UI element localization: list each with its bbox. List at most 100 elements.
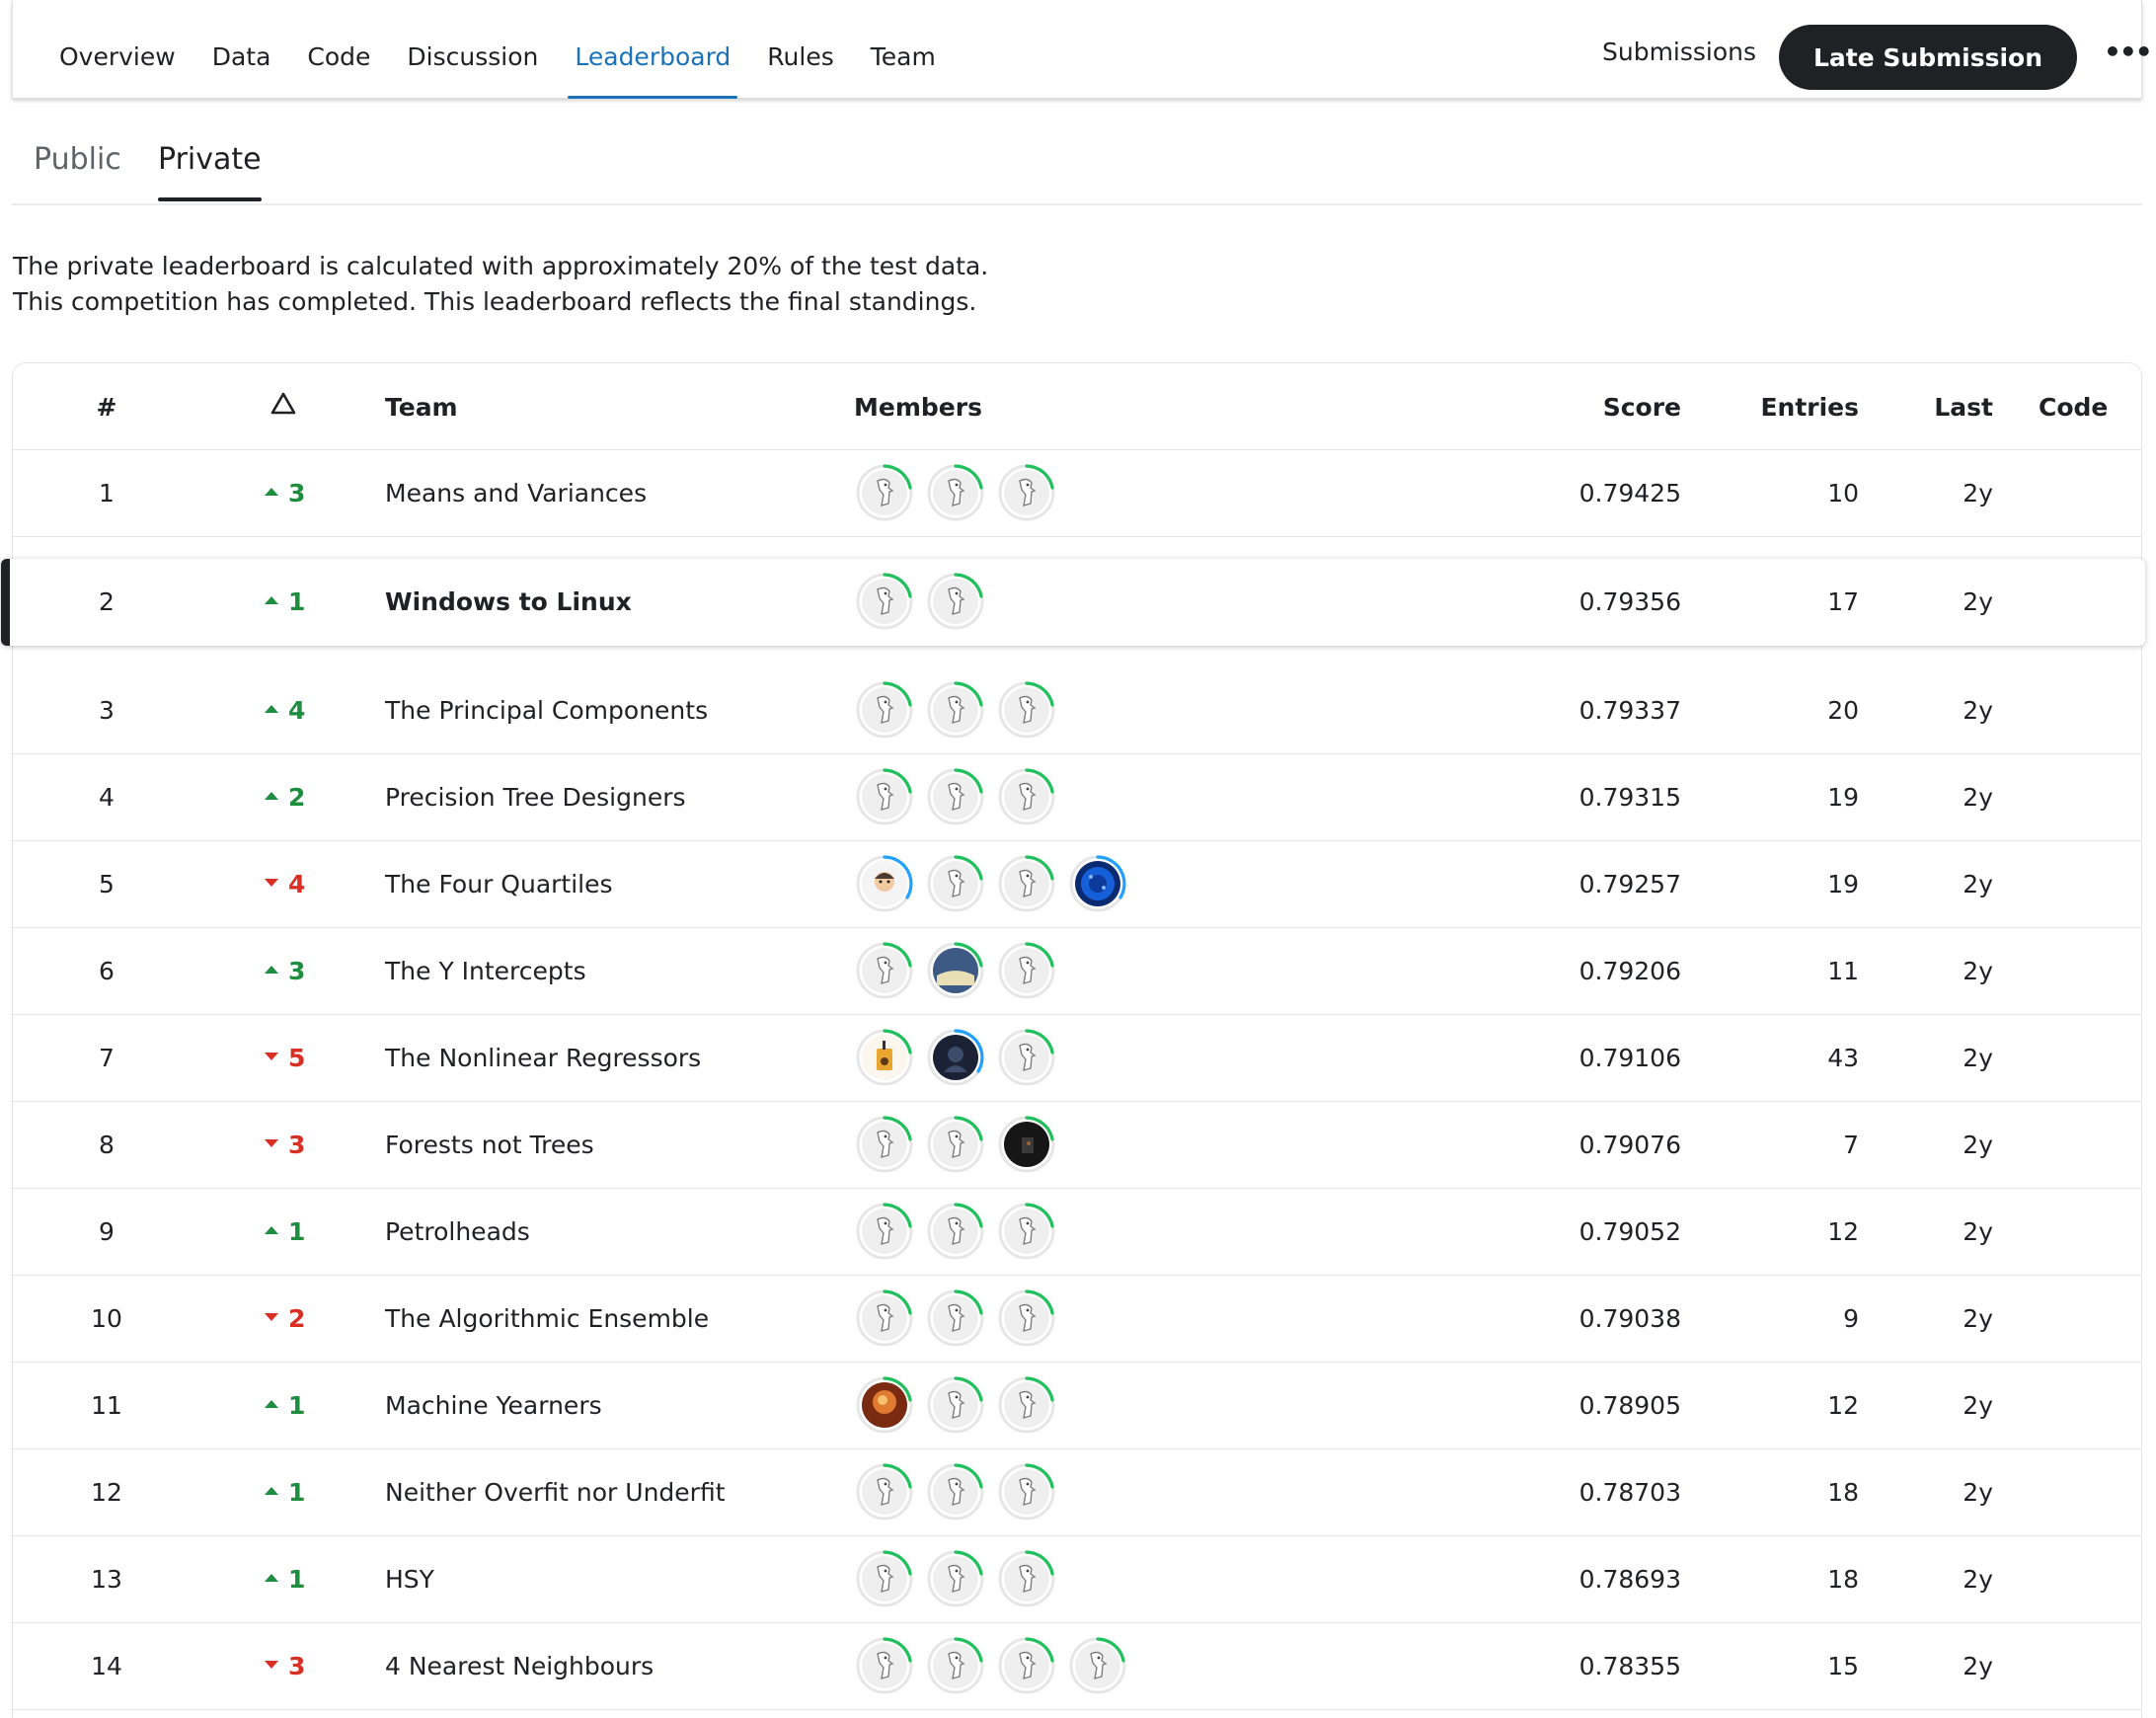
caret-down-icon [265,1139,278,1147]
entries-cell: 18 [1827,1565,1859,1594]
member-avatar[interactable] [998,1289,1055,1347]
team-name[interactable]: Forests not Trees [385,1102,594,1189]
member-avatar[interactable] [1069,855,1126,912]
score-cell: 0.79337 [1578,696,1681,725]
rank-change: 2 [265,1276,363,1363]
table-row: 8 3 Forests not Trees 0.79076 7 2y [13,1102,2141,1189]
member-avatar[interactable] [927,1029,984,1086]
team-name[interactable]: The Y Intercepts [385,928,586,1015]
member-avatar[interactable] [856,1289,913,1347]
tab-leaderboard[interactable]: Leaderboard [564,0,741,99]
submissions-link[interactable]: Submissions [1602,38,1756,66]
tab-rules[interactable]: Rules [756,0,844,99]
last-submission-cell: 2y [1963,1565,1993,1594]
member-avatar[interactable] [998,1116,1055,1173]
member-avatar[interactable] [856,681,913,739]
late-submission-button[interactable]: Late Submission [1779,25,2077,90]
tab-private[interactable]: Private [158,142,262,201]
member-avatar[interactable] [856,464,913,521]
member-avatar[interactable] [856,573,913,630]
member-avatar[interactable] [1069,1637,1126,1694]
team-name[interactable]: The Nonlinear Regressors [385,1015,701,1102]
rank-change: 4 [265,667,363,754]
team-name[interactable]: Means and Variances [385,450,647,537]
rank-change: 1 [265,1536,363,1623]
member-avatar[interactable] [927,681,984,739]
member-avatar[interactable] [856,768,913,825]
member-avatar[interactable] [998,681,1055,739]
leaderboard-table: # Team Members Score Entries Last Code 1… [1,362,2145,1718]
member-avatar[interactable] [998,464,1055,521]
team-name[interactable]: HSY [385,1536,434,1623]
rank-change-value: 3 [288,957,306,985]
member-avatar[interactable] [927,1376,984,1434]
tab-data[interactable]: Data [201,0,282,99]
rank-change-value: 4 [288,870,306,898]
member-avatar[interactable] [998,942,1055,999]
member-avatar[interactable] [927,1463,984,1521]
tab-team[interactable]: Team [860,0,947,99]
entries-cell: 10 [1827,479,1859,508]
member-avatar[interactable] [856,1029,913,1086]
caret-up-icon [265,1574,278,1582]
table-header: # Team Members Score Entries Last Code [13,363,2141,450]
member-avatar[interactable] [856,1550,913,1607]
member-avatar[interactable] [998,1029,1055,1086]
header-score[interactable]: Score [1296,393,1681,422]
tab-discussion[interactable]: Discussion [396,0,549,99]
competition-nav-bar: Overview Data Code Discussion Leaderboar… [12,0,2153,99]
ellipsis-icon[interactable]: ••• [2104,36,2153,68]
member-avatar[interactable] [998,1376,1055,1434]
member-avatar[interactable] [998,1203,1055,1260]
member-avatar[interactable] [856,1203,913,1260]
member-avatar[interactable] [998,768,1055,825]
tab-code[interactable]: Code [296,0,381,99]
rank-change: 4 [265,841,363,928]
member-avatar[interactable] [856,1376,913,1434]
team-name[interactable]: 4 Nearest Neighbours [385,1623,654,1710]
member-avatar[interactable] [927,1289,984,1347]
team-name[interactable]: Windows to Linux [385,559,632,646]
table-row: 1 3 Means and Variances 0.79425 10 2y [13,450,2141,537]
entries-cell: 12 [1827,1391,1859,1420]
member-avatar[interactable] [927,464,984,521]
member-avatar[interactable] [856,1637,913,1694]
team-name[interactable]: Petrolheads [385,1189,530,1276]
member-avatar[interactable] [927,573,984,630]
member-avatar[interactable] [927,1637,984,1694]
team-members [856,1116,1069,1175]
member-avatar[interactable] [856,942,913,999]
member-avatar[interactable] [998,1637,1055,1694]
member-avatar[interactable] [927,942,984,999]
member-avatar[interactable] [856,1116,913,1173]
team-members [856,1637,1140,1696]
member-avatar[interactable] [927,1550,984,1607]
member-avatar[interactable] [927,855,984,912]
caret-up-icon [265,966,278,974]
tab-public[interactable]: Public [34,142,121,177]
member-avatar[interactable] [856,855,913,912]
team-name[interactable]: The Four Quartiles [385,841,613,928]
member-avatar[interactable] [856,1463,913,1521]
rank-change-value: 1 [288,1391,306,1420]
header-team: Team [385,393,458,422]
member-avatar[interactable] [927,1203,984,1260]
tab-overview[interactable]: Overview [48,0,187,99]
member-avatar[interactable] [998,855,1055,912]
team-name[interactable]: Machine Yearners [385,1363,602,1449]
team-name[interactable]: The Algorithmic Ensemble [385,1276,709,1363]
header-last: Last [1934,393,1993,422]
team-name[interactable]: Neither Overfit nor Underfit [385,1449,726,1536]
member-avatar[interactable] [927,768,984,825]
rank-change-value: 3 [288,1131,306,1159]
last-submission-cell: 2y [1963,1652,1993,1680]
team-name[interactable]: Precision Tree Designers [385,754,686,841]
rank-cell: 12 [91,1478,122,1507]
member-avatar[interactable] [927,1116,984,1173]
table-row: 14 3 4 Nearest Neighbours 0.78355 15 2y [13,1623,2141,1710]
team-name[interactable]: The Principal Components [385,667,708,754]
leaderboard-subtabs: Public Private [12,99,2142,205]
member-avatar[interactable] [998,1463,1055,1521]
member-avatar[interactable] [998,1550,1055,1607]
caret-down-icon [265,1053,278,1060]
